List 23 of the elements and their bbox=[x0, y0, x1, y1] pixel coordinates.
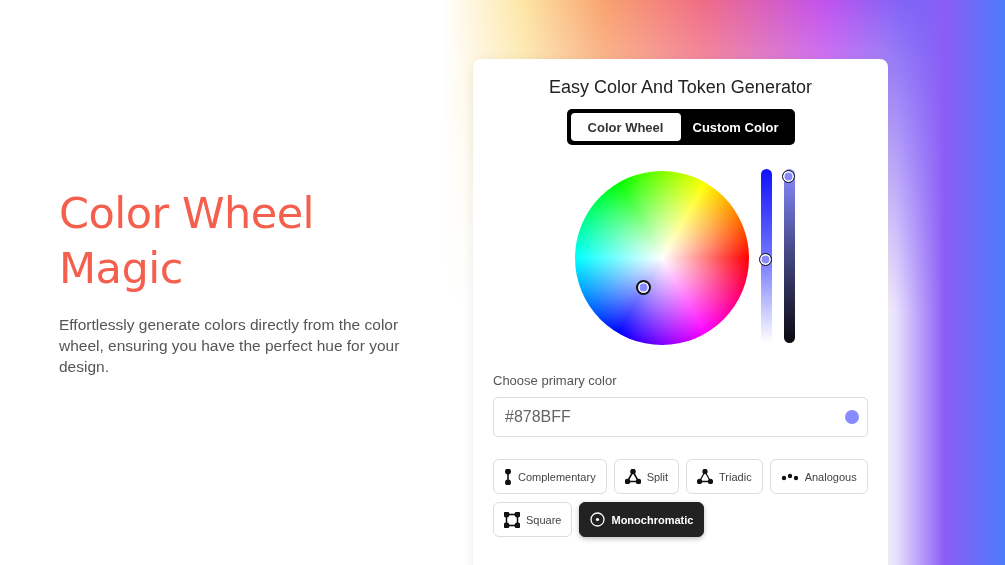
color-input-field[interactable]: #878BFF bbox=[493, 397, 868, 437]
split-button[interactable]: Split bbox=[613, 459, 680, 494]
triadic-button[interactable]: Triadic bbox=[686, 459, 763, 494]
monochromatic-button[interactable]: Monochromatic bbox=[579, 502, 705, 537]
split-triangle-icon bbox=[624, 469, 641, 484]
mode-tab[interactable]: Color Wheel bbox=[570, 113, 681, 141]
slider-thumb[interactable] bbox=[781, 170, 795, 183]
mode-tab[interactable]: Custom Color bbox=[680, 113, 791, 141]
complementary-icon bbox=[504, 468, 512, 485]
square-button[interactable]: Square bbox=[493, 502, 573, 537]
complementary-button[interactable]: Complementary bbox=[493, 459, 607, 494]
target-icon bbox=[590, 512, 606, 527]
hero-title: Color Wheel Magic bbox=[59, 187, 316, 295]
analogous-button[interactable]: Analogous bbox=[769, 459, 868, 494]
wheel-handle[interactable] bbox=[635, 280, 651, 295]
slider-thumb[interactable] bbox=[758, 253, 772, 267]
square-icon bbox=[504, 511, 520, 528]
three-dots-icon bbox=[780, 472, 799, 481]
slider-track[interactable] bbox=[760, 169, 772, 343]
card-title: Easy Color And Token Generator bbox=[549, 77, 812, 98]
field-label: Choose primary color bbox=[493, 373, 617, 388]
hero-description: Effortlessly generate colors directly from the color wheel, ensuring you have the perfect hue for your design. bbox=[59, 315, 401, 377]
triangle-icon bbox=[697, 469, 714, 484]
